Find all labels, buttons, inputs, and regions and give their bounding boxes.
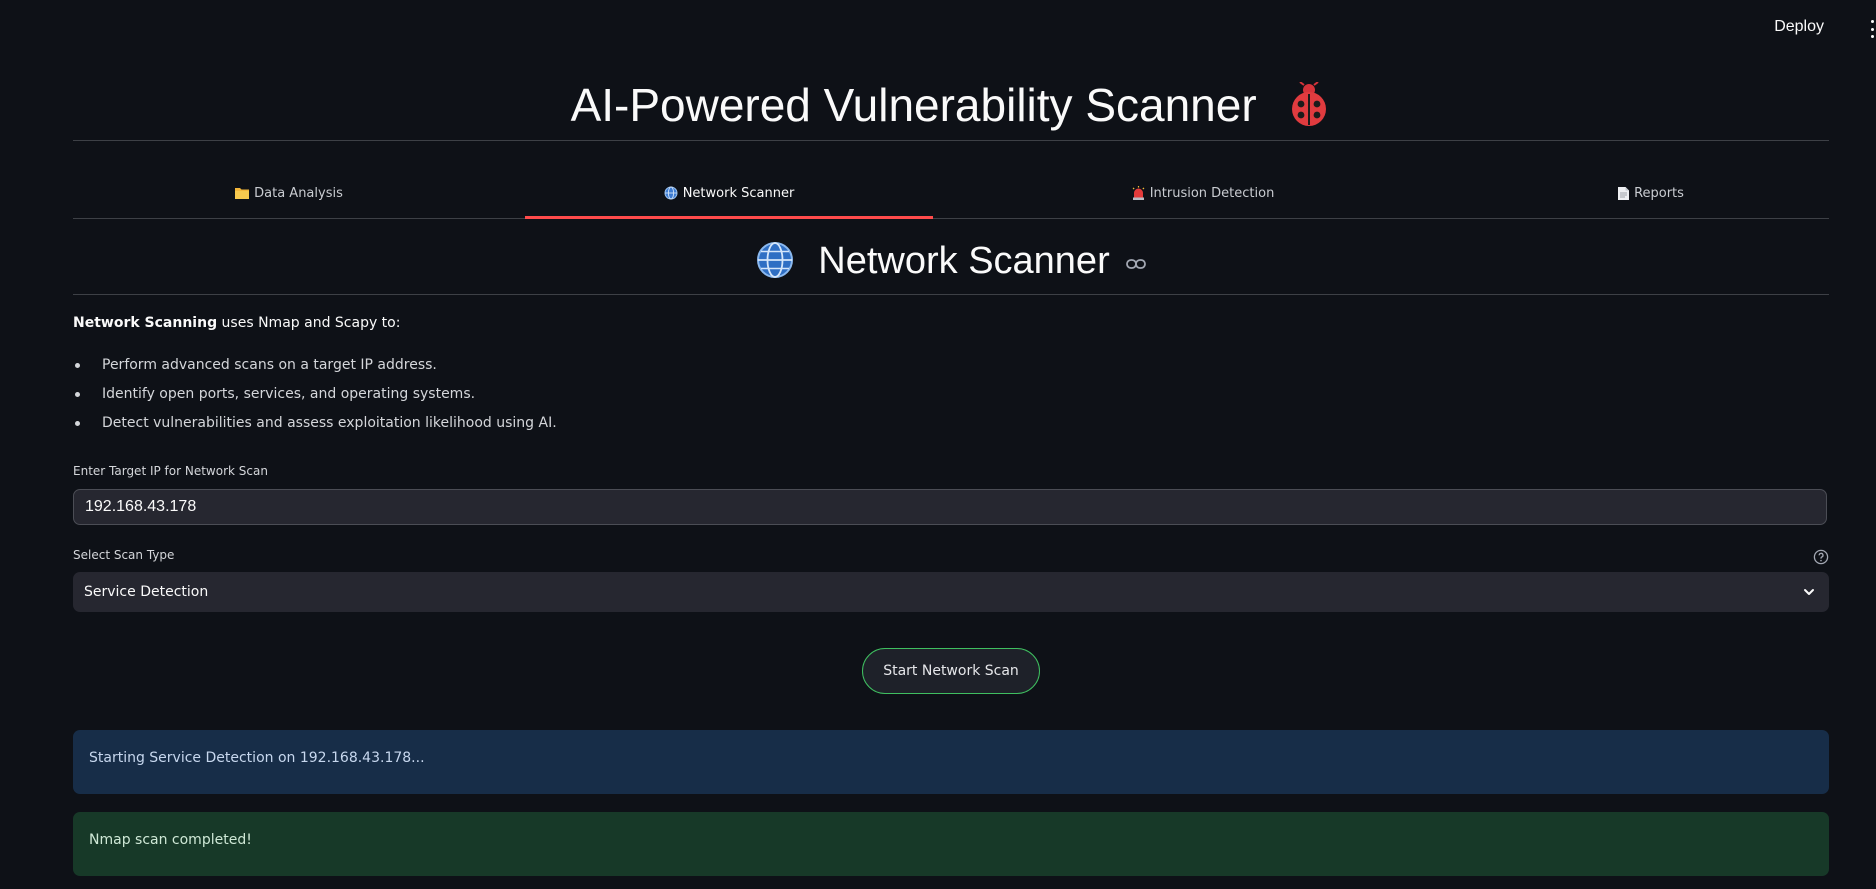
feature-list: Perform advanced scans on a target IP ad… <box>73 353 557 440</box>
section-divider <box>73 294 1829 295</box>
scan-type-select[interactable]: Service Detection <box>73 572 1829 612</box>
app-title: AI-Powered Vulnerability Scanner <box>570 79 1257 131</box>
globe-icon <box>664 186 678 200</box>
tab-label: Data Analysis <box>254 185 343 201</box>
main-menu-icon[interactable] <box>1868 20 1876 38</box>
tab-bar: Data Analysis Network Scanner Intrusion … <box>73 172 1829 219</box>
top-bar: Deploy <box>0 0 1876 58</box>
anchor-link-icon[interactable] <box>1126 258 1147 270</box>
list-item: Identify open ports, services, and opera… <box>73 382 557 411</box>
section-title-row: Network Scanner <box>73 240 1829 283</box>
tab-label: Network Scanner <box>682 185 795 201</box>
ip-field-label: Enter Target IP for Network Scan <box>73 464 268 478</box>
siren-icon <box>1132 186 1145 200</box>
globe-icon <box>756 241 793 278</box>
tab-reports[interactable]: Reports <box>1473 172 1829 214</box>
intro-text: Network Scanning uses Nmap and Scapy to: <box>73 315 400 331</box>
list-item: Detect vulnerabilities and assess exploi… <box>73 411 557 440</box>
target-ip-input[interactable] <box>73 489 1827 525</box>
list-item: Perform advanced scans on a target IP ad… <box>73 353 557 382</box>
chevron-down-icon <box>1804 589 1814 595</box>
tab-intrusion-detection[interactable]: Intrusion Detection <box>953 172 1453 214</box>
tab-label: Intrusion Detection <box>1149 185 1275 201</box>
help-icon[interactable] <box>1813 549 1829 565</box>
info-alert: Starting Service Detection on 192.168.43… <box>73 730 1829 794</box>
tab-data-analysis[interactable]: Data Analysis <box>73 172 505 214</box>
section-title: Network Scanner <box>818 240 1110 282</box>
document-icon <box>1618 186 1630 200</box>
scan-type-label: Select Scan Type <box>73 548 175 562</box>
intro-bold: Network Scanning <box>73 315 218 331</box>
app-title-row: AI-Powered Vulnerability Scanner <box>73 78 1829 132</box>
intro-rest: uses Nmap and Scapy to: <box>217 315 401 331</box>
active-tab-indicator <box>525 216 933 219</box>
title-divider <box>73 140 1829 141</box>
scan-type-value: Service Detection <box>84 584 209 600</box>
tab-label: Reports <box>1634 185 1684 201</box>
ladybug-icon <box>1292 81 1327 126</box>
success-alert: Nmap scan completed! <box>73 812 1829 876</box>
start-network-scan-button[interactable]: Start Network Scan <box>862 648 1040 694</box>
tab-network-scanner[interactable]: Network Scanner <box>525 172 933 214</box>
deploy-button[interactable]: Deploy <box>1774 18 1824 36</box>
folder-icon <box>235 188 250 199</box>
